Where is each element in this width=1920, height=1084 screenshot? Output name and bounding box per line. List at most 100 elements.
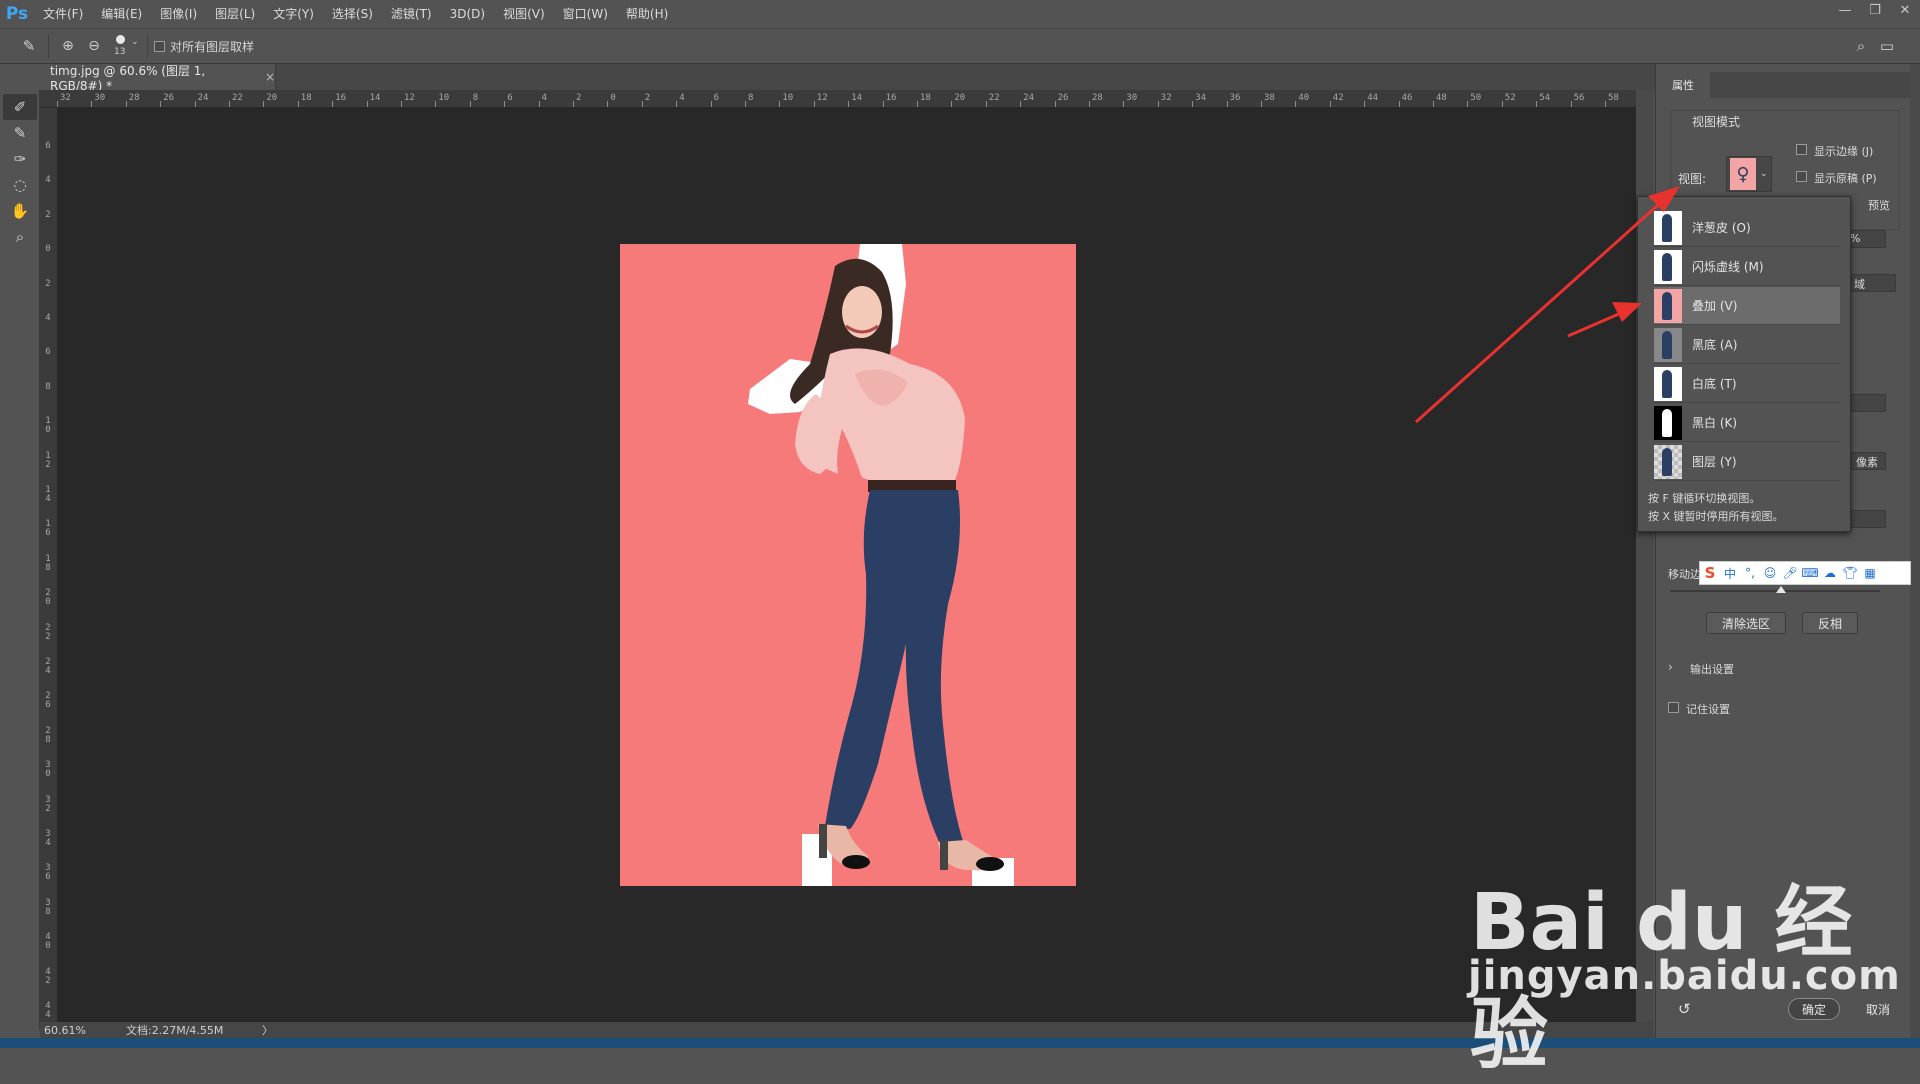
- subtract-from-selection-icon[interactable]: ⊖: [81, 33, 107, 59]
- move-edge-label: 移动边: [1668, 568, 1701, 581]
- ruler-tick-label: 24: [1023, 93, 1035, 103]
- view-option-label: 黑白 (K): [1692, 416, 1738, 430]
- menu-item-0[interactable]: 文件(F): [34, 0, 92, 28]
- status-expand-icon[interactable]: 〉: [262, 1022, 273, 1038]
- ruler-tick-mark: [745, 101, 746, 107]
- ruler-tick-mark: [813, 101, 815, 107]
- ruler-tick-label: 34: [1195, 93, 1207, 103]
- toolbox-icon[interactable]: ▦: [1860, 563, 1880, 583]
- brush-size-picker[interactable]: 13 ⌄: [107, 31, 141, 61]
- menu-item-2[interactable]: 图像(I): [151, 0, 206, 28]
- ruler-tick-mark: [1295, 101, 1297, 107]
- ime-punctuation-icon[interactable]: °,: [1740, 563, 1760, 583]
- menu-item-8[interactable]: 视图(V): [494, 0, 554, 28]
- show-edge-checkbox[interactable]: [1796, 144, 1807, 155]
- skin-icon[interactable]: 👕︎: [1840, 563, 1860, 583]
- lasso-icon[interactable]: ◌: [3, 172, 37, 198]
- restore-button[interactable]: ❐: [1860, 0, 1890, 20]
- ruler-tick-label: 6: [45, 347, 51, 358]
- menu-item-1[interactable]: 编辑(E): [92, 0, 151, 28]
- view-option-white[interactable]: 白底 (T): [1654, 365, 1840, 403]
- ruler-tick-mark: [1570, 101, 1572, 107]
- brush-tool-icon[interactable]: ✎: [16, 33, 42, 59]
- ruler-tick-label: 6: [45, 141, 51, 151]
- smooth-field[interactable]: [1846, 394, 1886, 412]
- ruler-tick-label: 4 4: [45, 1001, 51, 1020]
- menu-item-7[interactable]: 3D(D): [441, 0, 494, 28]
- view-option-layer[interactable]: 图层 (Y): [1654, 443, 1840, 481]
- menu-item-6[interactable]: 滤镜(T): [382, 0, 441, 28]
- workspace-icon[interactable]: ▭: [1874, 33, 1900, 59]
- refine-radius-tool-icon[interactable]: ✐: [3, 94, 37, 120]
- clear-selection-button[interactable]: 清除选区: [1706, 612, 1786, 634]
- emoji-icon[interactable]: ☺: [1760, 563, 1780, 583]
- ruler-tick-label: 18: [300, 93, 312, 103]
- zoom-level[interactable]: 60.61%: [40, 1024, 122, 1037]
- menu-item-10[interactable]: 帮助(H): [617, 0, 677, 28]
- output-settings-label[interactable]: 输出设置: [1690, 661, 1734, 677]
- view-thumbnail-icon: [1654, 366, 1682, 401]
- menu-item-9[interactable]: 窗口(W): [554, 0, 617, 28]
- view-thumbnail-icon: [1654, 444, 1682, 479]
- sogou-logo-icon[interactable]: S: [1700, 563, 1720, 583]
- ruler-tick-label: 2 8: [45, 725, 51, 745]
- ruler-tick-label: 46: [1401, 93, 1413, 103]
- ruler-tick-label: 12: [404, 93, 415, 103]
- sample-all-layers-checkbox[interactable]: [154, 40, 165, 52]
- pixels-label: 像素: [1856, 456, 1878, 469]
- menu-item-4[interactable]: 文字(Y): [264, 0, 323, 28]
- preview-label: 预览: [1868, 199, 1890, 212]
- menu-item-3[interactable]: 图层(L): [206, 0, 264, 28]
- tab-properties[interactable]: 属性: [1656, 72, 1710, 98]
- document-tab[interactable]: timg.jpg @ 60.6% (图层 1, RGB/8#) * ×: [40, 64, 276, 93]
- invert-button[interactable]: 反相: [1802, 612, 1858, 634]
- view-option-marching[interactable]: 闪烁虚线 (M): [1654, 248, 1840, 286]
- view-option-black[interactable]: 黑底 (A): [1654, 326, 1840, 364]
- view-option-overlay[interactable]: 叠加 (V): [1654, 287, 1840, 325]
- view-option-bw[interactable]: 黑白 (K): [1654, 404, 1840, 442]
- keyboard-icon[interactable]: ⌨: [1800, 563, 1820, 583]
- ruler-tick-label: 28: [1092, 93, 1103, 103]
- view-option-onion[interactable]: 洋葱皮 (O): [1654, 209, 1840, 247]
- ruler-tick-label: 1 0: [45, 416, 51, 436]
- remember-settings-checkbox[interactable]: [1668, 702, 1679, 713]
- ruler-tick-mark: [1226, 101, 1228, 107]
- add-to-selection-icon[interactable]: ⊕: [55, 33, 81, 59]
- chevron-right-icon[interactable]: ›: [1668, 660, 1673, 674]
- ruler-tick-mark: [951, 101, 953, 107]
- view-mode-select[interactable]: ♀ ⌄: [1726, 156, 1772, 192]
- ruler-tick-label: 1 4: [45, 485, 51, 504]
- move-edge-slider[interactable]: [1670, 590, 1880, 592]
- ime-language-icon[interactable]: 中: [1720, 563, 1740, 583]
- ruler-tick-mark: [1054, 101, 1056, 107]
- ruler-tick-mark: [676, 101, 678, 107]
- ruler-tick-label: 3 6: [45, 863, 51, 883]
- document-tab-strip: timg.jpg @ 60.6% (图层 1, RGB/8#) * ×: [40, 64, 1655, 93]
- close-tab-icon[interactable]: ×: [265, 70, 275, 84]
- ruler-tick-label: 26: [1057, 93, 1069, 103]
- brush-icon[interactable]: ✎: [3, 120, 37, 146]
- user-icon[interactable]: ☁: [1820, 563, 1840, 583]
- minimize-button[interactable]: —: [1830, 0, 1860, 20]
- feather-field[interactable]: [1846, 510, 1886, 528]
- close-button[interactable]: ✕: [1890, 0, 1920, 20]
- ruler-tick-label: 54: [1539, 93, 1551, 103]
- ruler-tick-mark: [229, 101, 230, 107]
- figure-silhouette-icon: [1662, 213, 1672, 242]
- microphone-icon[interactable]: 🎤︎: [1780, 563, 1800, 583]
- quick-selection-icon[interactable]: ✑: [3, 146, 37, 172]
- show-original-label: 显示原稿 (P): [1814, 172, 1877, 185]
- move-edge-slider-thumb[interactable]: [1776, 586, 1786, 593]
- ruler-tick-label: 50: [1470, 93, 1482, 103]
- search-icon[interactable]: ⌕: [1848, 33, 1874, 59]
- hand-icon[interactable]: ✋: [3, 198, 37, 224]
- ruler-tick-mark: [1501, 101, 1503, 107]
- document-image[interactable]: [620, 244, 1076, 886]
- ruler-tick-mark: [263, 101, 265, 107]
- show-original-checkbox[interactable]: [1796, 171, 1807, 182]
- menu-item-5[interactable]: 选择(S): [323, 0, 382, 28]
- zoom-icon[interactable]: ⌕: [3, 224, 37, 250]
- ruler-tick-label: 22: [232, 93, 243, 103]
- view-label: 视图:: [1678, 172, 1707, 186]
- ruler-tick-mark: [401, 101, 402, 107]
